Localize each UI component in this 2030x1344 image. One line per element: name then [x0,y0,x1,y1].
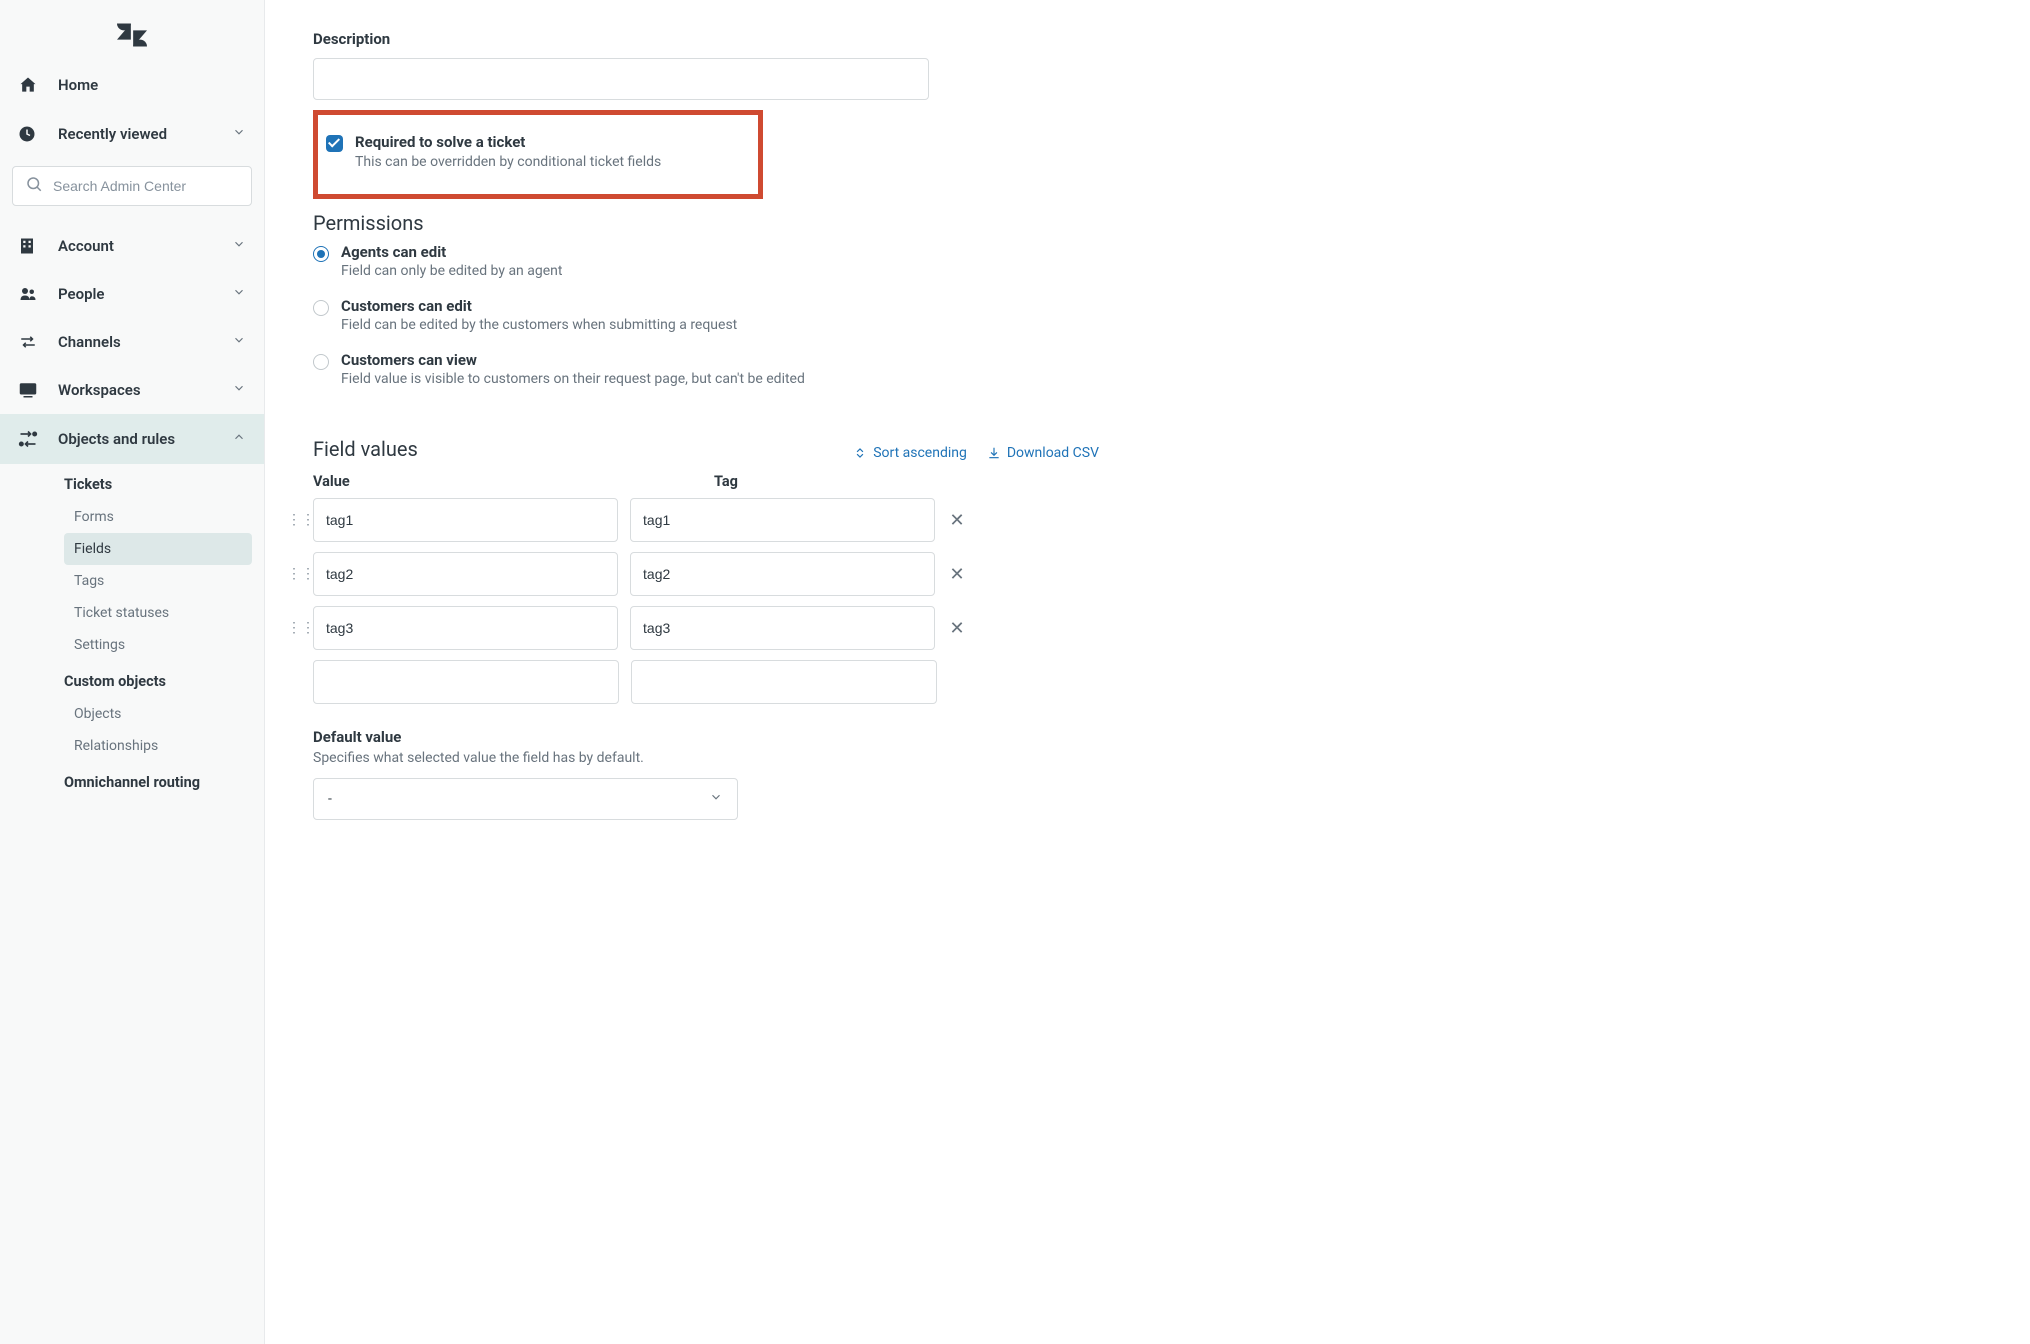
subnav-group-tickets: Tickets [64,464,252,501]
arrows-icon [18,333,42,351]
routing-icon [18,429,42,449]
description-label: Description [313,30,1990,48]
radio-title: Agents can edit [341,243,562,261]
subnav-objects[interactable]: Objects [64,698,252,730]
monitor-icon [18,381,42,399]
select-value: - [328,791,332,807]
radio-customers-edit[interactable] [313,300,329,316]
nav-label: People [58,285,232,303]
tag-input-empty[interactable] [631,660,937,704]
nav-label: Workspaces [58,381,232,399]
radio-sub: Field can be edited by the customers whe… [341,317,737,333]
tag-input[interactable] [630,552,935,596]
field-value-row: ⋮⋮ ✕ [287,552,967,596]
search-box[interactable] [12,166,252,206]
download-csv-button[interactable]: Download CSV [987,445,1099,461]
people-icon [18,285,42,303]
sidebar-item-home[interactable]: Home [0,60,264,110]
drag-handle-icon[interactable]: ⋮⋮ [287,512,301,528]
search-wrap [0,158,264,222]
sort-label: Sort ascending [873,445,967,461]
clock-icon [18,125,42,143]
chevron-down-icon [709,790,723,808]
radio-sub: Field value is visible to customers on t… [341,371,805,387]
drag-handle-icon[interactable]: ⋮⋮ [287,566,301,582]
radio-sub: Field can only be edited by an agent [341,263,562,279]
value-column-header: Value [313,473,698,490]
field-value-row: ⋮⋮ ✕ [287,498,967,542]
subnav-fields[interactable]: Fields [64,533,252,565]
chevron-down-icon [232,125,246,143]
zendesk-icon [117,23,147,47]
default-value-select[interactable]: - [313,778,738,820]
value-input-empty[interactable] [313,660,619,704]
permissions-heading: Permissions [313,211,1990,235]
sort-ascending-button[interactable]: Sort ascending [853,445,967,461]
sidebar-item-account[interactable]: Account [0,222,264,270]
subnav-settings[interactable]: Settings [64,629,252,661]
radio-title: Customers can edit [341,297,737,315]
download-label: Download CSV [1007,445,1099,461]
search-input[interactable] [51,177,239,195]
value-input[interactable] [313,498,618,542]
search-icon [25,175,43,197]
required-checkbox[interactable] [326,135,343,152]
sidebar: Home Recently viewed Account [0,0,265,1344]
remove-row-icon[interactable]: ✕ [947,564,967,585]
chevron-down-icon [232,237,246,255]
subnav-group-custom-objects: Custom objects [64,661,252,698]
download-icon [987,446,1001,460]
required-subtitle: This can be overridden by conditional ti… [355,154,661,170]
remove-row-icon[interactable]: ✕ [947,510,967,531]
sidebar-item-recent[interactable]: Recently viewed [0,110,264,158]
sidebar-subnav: Tickets Forms Fields Tags Ticket statuse… [0,464,264,799]
radio-customers-view[interactable] [313,354,329,370]
required-highlight-box: Required to solve a ticket This can be o… [313,110,763,199]
subnav-group-omnichannel: Omnichannel routing [64,762,252,799]
tag-column-header: Tag [714,473,1099,490]
building-icon [18,237,42,255]
value-input[interactable] [313,552,618,596]
subnav-relationships[interactable]: Relationships [64,730,252,762]
field-value-row-empty [313,660,993,704]
chevron-up-icon [232,430,246,448]
nav-label: Recently viewed [58,125,232,143]
nav-label: Objects and rules [58,430,232,448]
chevron-down-icon [232,381,246,399]
value-input[interactable] [313,606,618,650]
sidebar-item-objects-rules[interactable]: Objects and rules [0,414,264,464]
nav-label: Home [58,76,246,94]
field-value-row: ⋮⋮ ✕ [287,606,967,650]
nav-label: Channels [58,333,232,351]
remove-row-icon[interactable]: ✕ [947,618,967,639]
sidebar-item-channels[interactable]: Channels [0,318,264,366]
sidebar-item-people[interactable]: People [0,270,264,318]
brand-logo [0,10,264,60]
subnav-tags[interactable]: Tags [64,565,252,597]
default-value-sub: Specifies what selected value the field … [313,750,1990,766]
field-values-heading: Field values [313,437,833,461]
main-content: Description Required to solve a ticket T… [265,0,2030,1344]
description-input[interactable] [313,58,929,100]
subnav-ticket-statuses[interactable]: Ticket statuses [64,597,252,629]
tag-input[interactable] [630,606,935,650]
nav-label: Account [58,237,232,255]
drag-handle-icon[interactable]: ⋮⋮ [287,620,301,636]
chevron-down-icon [232,333,246,351]
radio-title: Customers can view [341,351,805,369]
sidebar-item-workspaces[interactable]: Workspaces [0,366,264,414]
radio-agents-edit[interactable] [313,246,329,262]
tag-input[interactable] [630,498,935,542]
required-title: Required to solve a ticket [355,133,661,151]
chevron-down-icon [232,285,246,303]
sort-icon [853,446,867,460]
subnav-forms[interactable]: Forms [64,501,252,533]
default-value-heading: Default value [313,728,1990,746]
field-values-table: ⋮⋮ ✕ ⋮⋮ ✕ ⋮⋮ ✕ [313,498,1990,704]
home-icon [18,75,42,95]
